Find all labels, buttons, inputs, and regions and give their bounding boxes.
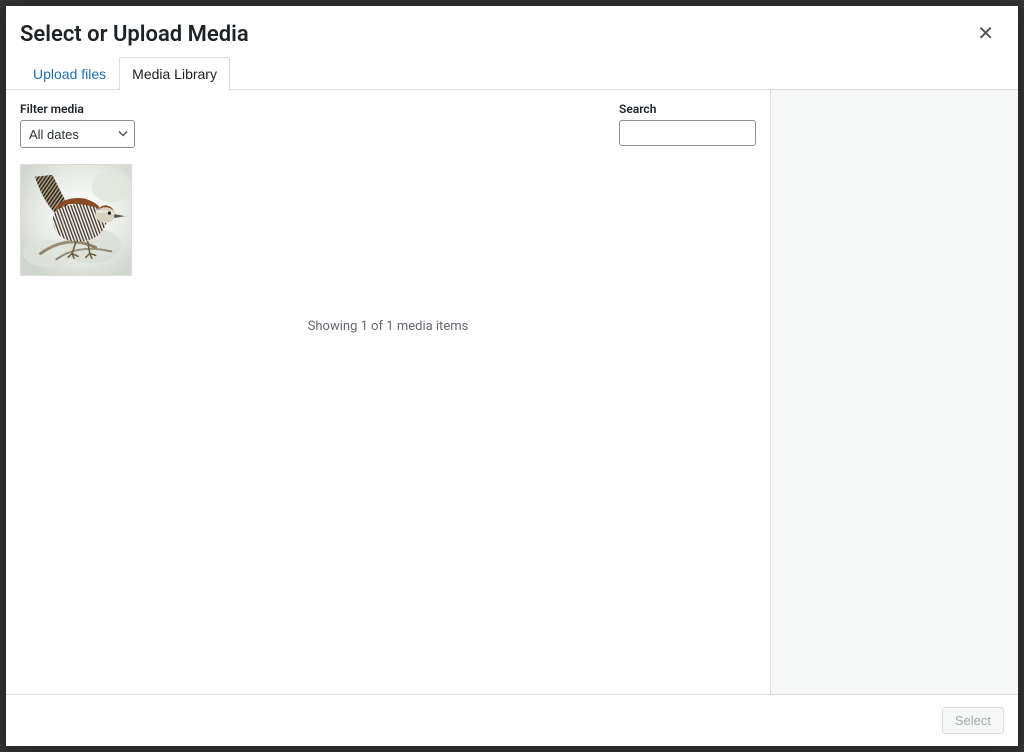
- modal-body: Filter media All dates Search: [6, 89, 1018, 694]
- bird-illustration-icon: [21, 165, 131, 275]
- main-panel: Filter media All dates Search: [6, 90, 770, 694]
- search-group: Search: [619, 102, 756, 146]
- select-button[interactable]: Select: [942, 707, 1004, 734]
- filter-select[interactable]: All dates: [20, 120, 135, 148]
- media-thumbnail[interactable]: [20, 164, 132, 276]
- tabs: Upload files Media Library: [6, 56, 1018, 89]
- tab-media-library[interactable]: Media Library: [119, 57, 230, 90]
- details-sidebar: [770, 90, 1018, 694]
- status-text: Showing 1 of 1 media items: [20, 319, 756, 334]
- media-modal: Select or Upload Media ✕ Upload files Me…: [6, 6, 1018, 746]
- filter-group: Filter media All dates: [20, 102, 135, 148]
- modal-header: Select or Upload Media ✕: [6, 6, 1018, 56]
- search-label: Search: [619, 102, 756, 116]
- media-grid: [20, 164, 756, 279]
- toolbar: Filter media All dates Search: [20, 102, 756, 148]
- search-input[interactable]: [619, 120, 756, 146]
- tab-upload-files[interactable]: Upload files: [20, 57, 119, 90]
- filter-label: Filter media: [20, 102, 135, 116]
- filter-select-wrap: All dates: [20, 120, 135, 148]
- modal-footer: Select: [6, 694, 1018, 746]
- close-icon: ✕: [977, 23, 994, 45]
- modal-title: Select or Upload Media: [20, 22, 249, 47]
- close-button[interactable]: ✕: [969, 20, 1002, 48]
